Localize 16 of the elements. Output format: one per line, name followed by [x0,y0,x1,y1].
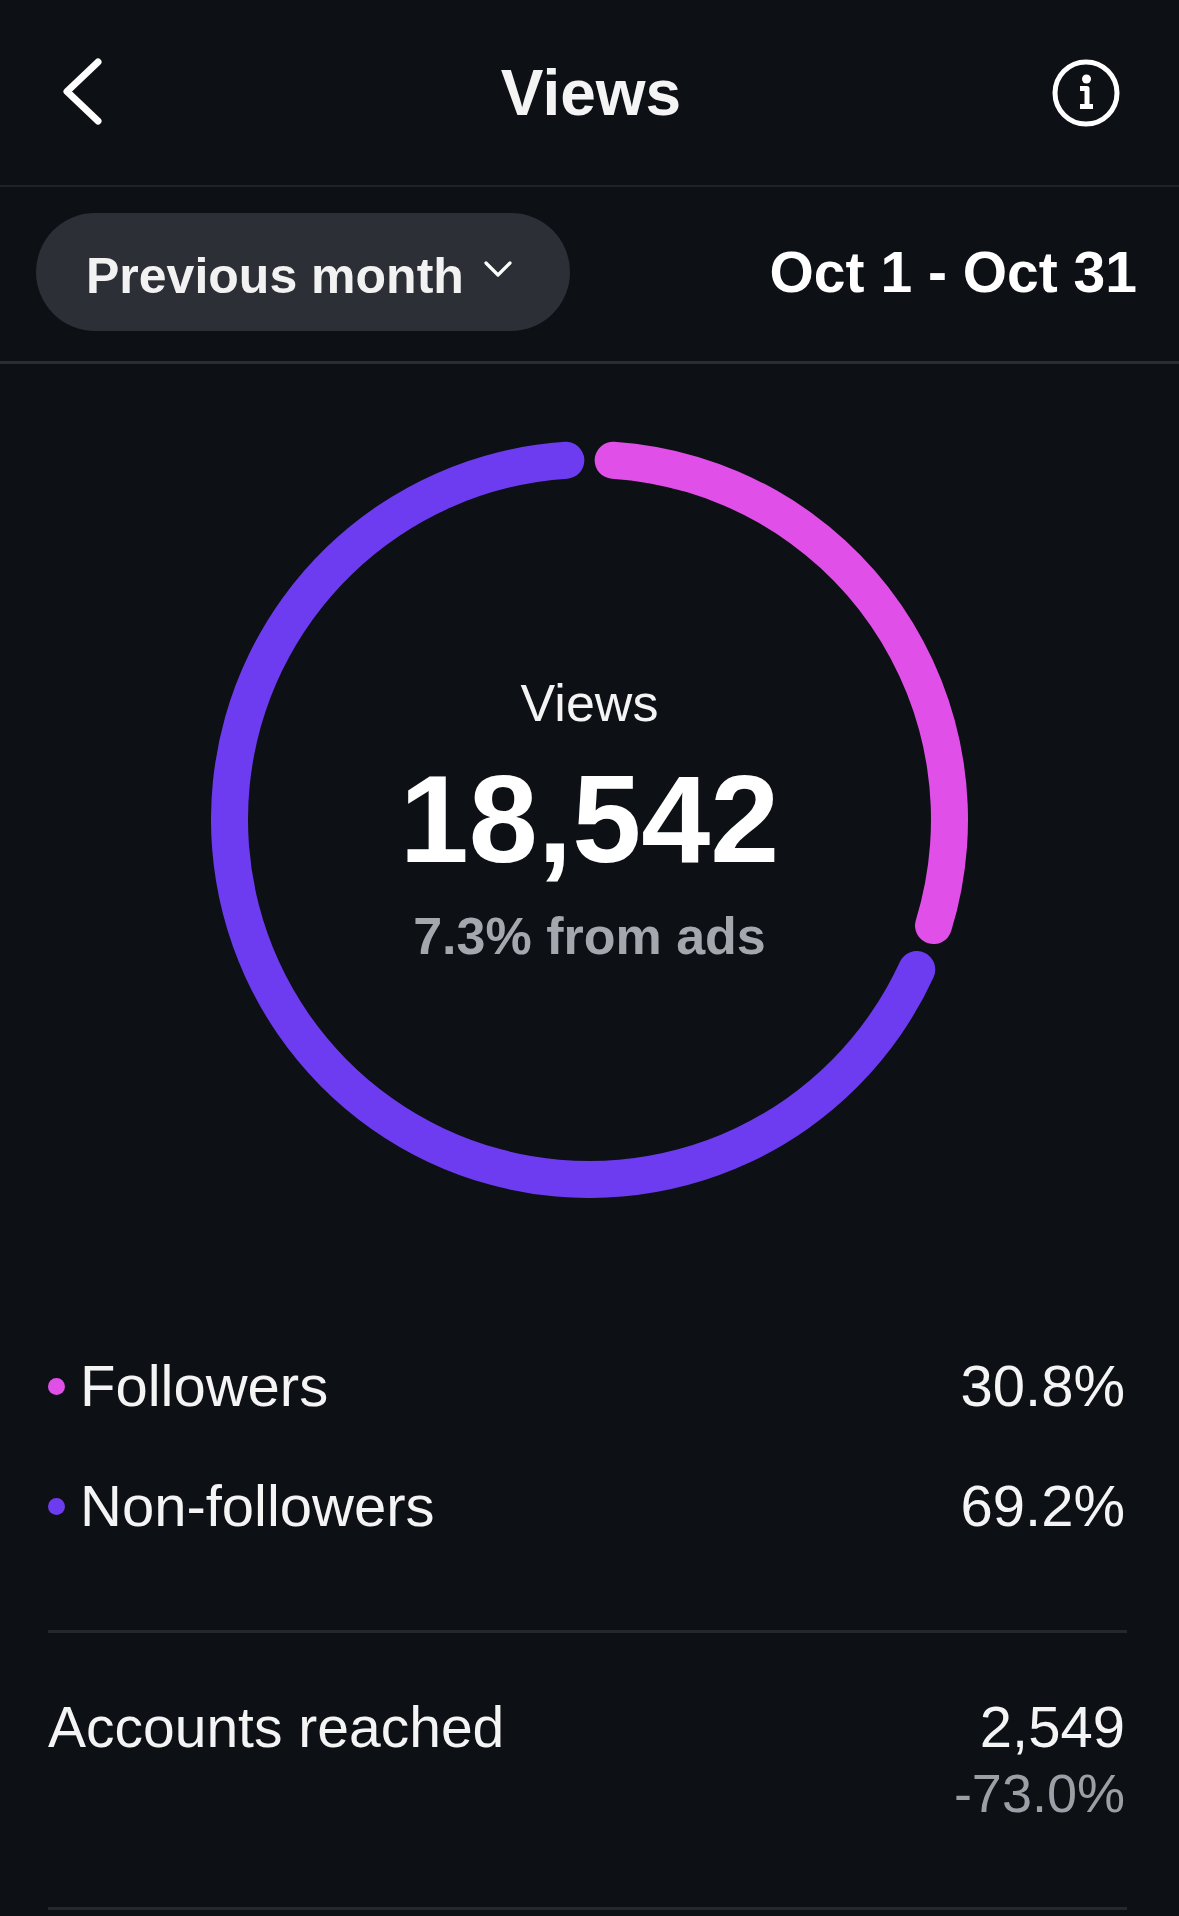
chevron-left-icon[interactable] [62,58,103,125]
date-range: Oct 1 - Oct 31 [769,239,1137,306]
legend-value: 69.2% [960,1472,1125,1540]
legend-label: Non-followers [80,1472,435,1540]
period-dropdown[interactable]: Previous month [36,213,570,331]
chevron-down-icon [483,260,512,278]
ads-share-note: 7.3% from ads [413,906,766,966]
metric-label: Accounts reached [48,1694,505,1760]
page-title: Views [500,55,682,131]
legend-value: 30.8% [960,1352,1125,1420]
views-total: 18,542 [399,754,780,884]
metric-value: 2,549 [979,1694,1125,1760]
info-icon[interactable] [1052,58,1120,127]
metric-change: -73.0% [953,1762,1125,1825]
views-label: Views [520,673,659,733]
legend-label: Followers [80,1352,329,1420]
